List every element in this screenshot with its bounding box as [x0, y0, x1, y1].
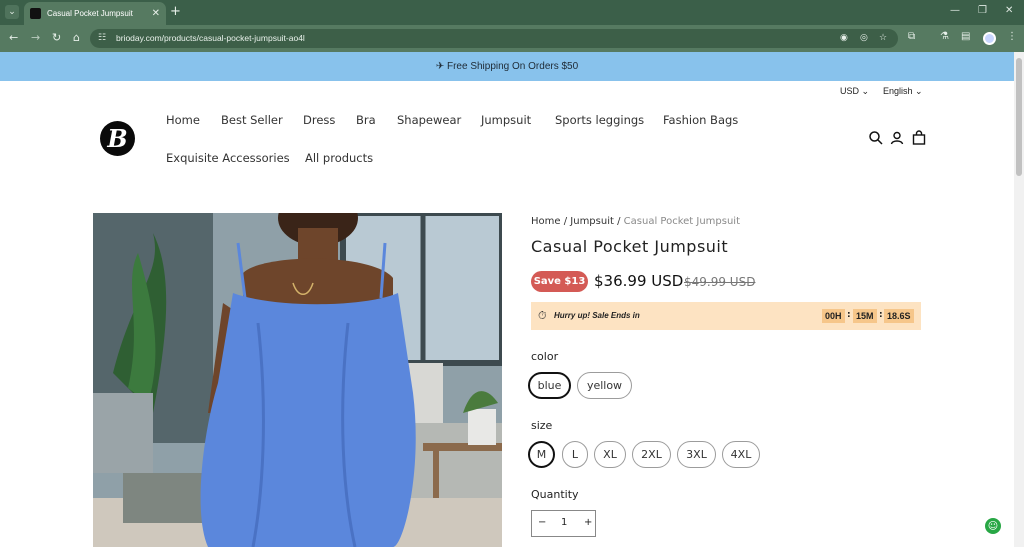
- countdown-seconds: 18.6S: [884, 309, 914, 323]
- minimize-icon[interactable]: —: [950, 5, 960, 16]
- size-option-3xl[interactable]: 3XL: [677, 441, 716, 468]
- nav-sports-leggings[interactable]: Sports leggings: [555, 113, 644, 127]
- nav-all-products[interactable]: All products: [305, 151, 373, 165]
- reload-icon[interactable]: ↻: [52, 31, 61, 44]
- side-panel-icon[interactable]: ▤: [961, 31, 970, 42]
- countdown-minutes: 15M: [853, 309, 877, 323]
- announcement-text: ✈ Free Shipping On Orders $50: [435, 61, 579, 72]
- size-option-m[interactable]: M: [528, 441, 555, 468]
- size-option-l[interactable]: L: [562, 441, 588, 468]
- size-option-xl[interactable]: XL: [594, 441, 626, 468]
- countdown-hours: 00H: [822, 309, 845, 323]
- account-icon[interactable]: [889, 130, 905, 146]
- quantity-label: Quantity: [531, 488, 579, 501]
- breadcrumb-separator: /: [563, 216, 568, 227]
- currency-label: USD: [840, 86, 860, 96]
- nav-dress[interactable]: Dress: [303, 113, 335, 127]
- logo-letter: B: [107, 124, 128, 153]
- color-option-blue[interactable]: blue: [528, 372, 571, 399]
- compare-price: $49.99 USD: [684, 275, 756, 289]
- quantity-stepper: − 1 +: [531, 510, 596, 537]
- breadcrumb-home[interactable]: Home: [531, 216, 561, 227]
- search-icon[interactable]: [868, 130, 884, 146]
- nav-best-seller[interactable]: Best Seller: [221, 113, 283, 127]
- currency-selector[interactable]: USD ⌄: [840, 86, 869, 97]
- language-selector[interactable]: English ⌄: [883, 86, 923, 97]
- store-logo[interactable]: B: [100, 121, 135, 156]
- chevron-down-icon: ⌄: [915, 86, 923, 96]
- quantity-input[interactable]: 1: [561, 517, 567, 528]
- breadcrumb-category[interactable]: Jumpsuit: [570, 216, 614, 227]
- cart-icon[interactable]: [911, 130, 927, 146]
- scrollbar-thumb[interactable]: [1016, 58, 1022, 176]
- nav-bra[interactable]: Bra: [356, 113, 376, 127]
- restore-icon[interactable]: ❐: [978, 5, 987, 16]
- browser-tab-strip: ⌄ Casual Pocket Jumpsuit ✕ + — ❐ ✕: [0, 0, 1024, 25]
- language-label: English: [883, 86, 913, 96]
- size-option-2xl[interactable]: 2XL: [632, 441, 671, 468]
- save-badge: Save $13: [531, 271, 588, 292]
- color-option-yellow[interactable]: yellow: [577, 372, 632, 399]
- stopwatch-icon: ⏱: [538, 309, 547, 322]
- nav-home[interactable]: Home: [166, 113, 200, 127]
- window-close-icon[interactable]: ✕: [1005, 5, 1013, 16]
- browser-toolbar: ← → ↻ ⌂ ☷ brioday.com/products/casual-po…: [0, 25, 1024, 52]
- nav-jumpsuit[interactable]: Jumpsuit: [481, 113, 531, 127]
- eye-off-icon[interactable]: ◎: [860, 33, 868, 43]
- profile-avatar[interactable]: [983, 32, 996, 45]
- forward-icon[interactable]: →: [31, 31, 40, 44]
- extensions-icon[interactable]: ⧉: [908, 31, 915, 42]
- bookmark-star-icon[interactable]: ☆: [879, 33, 887, 43]
- tab-title: Casual Pocket Jumpsuit: [47, 9, 133, 18]
- product-image[interactable]: [93, 213, 502, 547]
- new-tab-icon[interactable]: +: [170, 4, 181, 19]
- chevron-down-icon: ⌄: [861, 86, 870, 96]
- address-bar[interactable]: ☷ brioday.com/products/casual-pocket-jum…: [90, 29, 898, 48]
- tab-search-icon[interactable]: ⌄: [5, 5, 19, 19]
- labs-icon[interactable]: ⚗: [940, 31, 949, 42]
- browser-tab[interactable]: Casual Pocket Jumpsuit ✕: [24, 2, 166, 25]
- home-icon[interactable]: ⌂: [73, 31, 80, 44]
- size-option-4xl[interactable]: 4XL: [722, 441, 760, 468]
- close-icon[interactable]: ✕: [152, 8, 160, 19]
- sale-price: $36.99 USD: [594, 272, 684, 290]
- countdown-separator: :: [879, 310, 883, 320]
- quantity-decrease-button[interactable]: −: [538, 517, 546, 528]
- site-info-icon[interactable]: ☷: [98, 33, 106, 43]
- google-lens-icon[interactable]: ◉: [840, 33, 848, 43]
- url-text: brioday.com/products/casual-pocket-jumps…: [116, 33, 305, 43]
- announcement-bar: ✈ Free Shipping On Orders $50: [0, 52, 1014, 81]
- menu-icon[interactable]: ⋮: [1007, 31, 1017, 42]
- chat-widget-icon[interactable]: ☺: [985, 518, 1001, 534]
- size-label: size: [531, 419, 553, 432]
- countdown-text: Hurry up! Sale Ends in: [554, 311, 640, 320]
- nav-fashion-bags[interactable]: Fashion Bags: [663, 113, 738, 127]
- nav-shapewear[interactable]: Shapewear: [397, 113, 461, 127]
- product-photo-illustration: [93, 213, 502, 547]
- tab-favicon-icon: [30, 8, 41, 19]
- nav-exquisite-accessories[interactable]: Exquisite Accessories: [166, 151, 290, 165]
- back-icon[interactable]: ←: [9, 31, 18, 44]
- product-title: Casual Pocket Jumpsuit: [531, 237, 729, 256]
- breadcrumb-separator: /: [617, 216, 621, 227]
- breadcrumb: Home / Jumpsuit / Casual Pocket Jumpsuit: [531, 216, 740, 227]
- quantity-increase-button[interactable]: +: [584, 517, 592, 528]
- sale-countdown: ⏱ Hurry up! Sale Ends in 00H : 15M : 18.…: [531, 302, 921, 330]
- color-label: color: [531, 350, 559, 363]
- countdown-separator: :: [847, 310, 851, 320]
- breadcrumb-current: Casual Pocket Jumpsuit: [623, 216, 740, 227]
